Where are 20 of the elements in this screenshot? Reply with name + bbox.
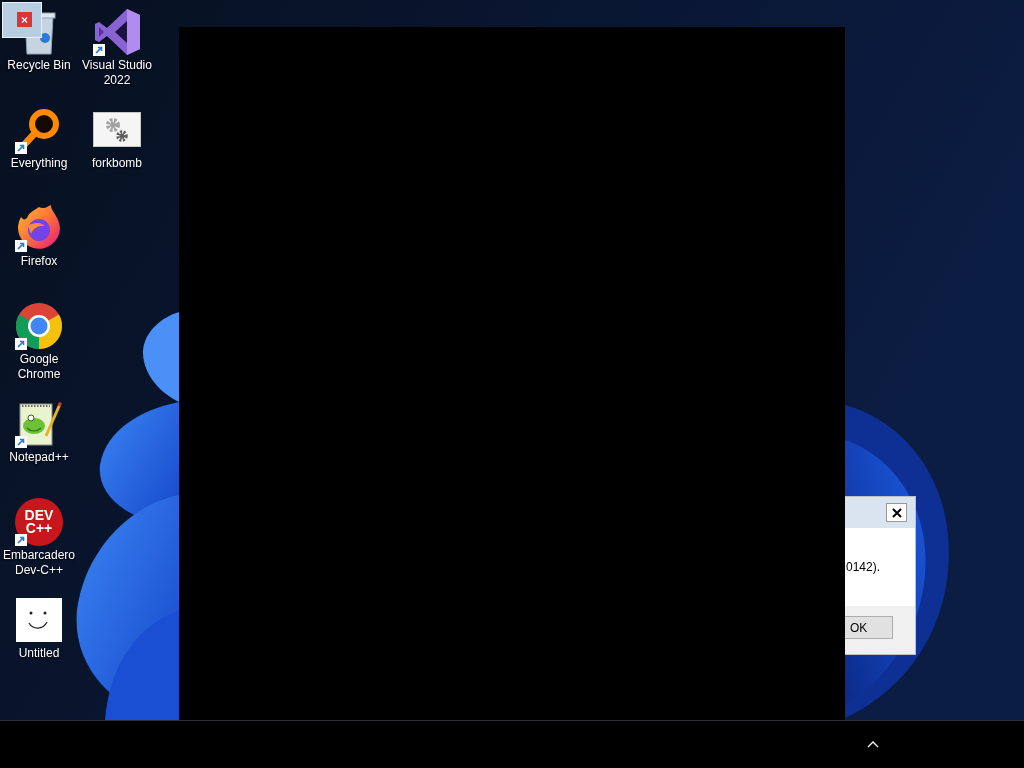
ok-button[interactable]: OK xyxy=(845,616,893,639)
desktop-icon-label[interactable]: Firefox xyxy=(18,254,60,269)
dialog-message: 0142). xyxy=(845,559,881,575)
chrome-logo-icon xyxy=(15,302,63,350)
close-icon xyxy=(891,507,902,518)
desktop-icon-label[interactable]: Untitled xyxy=(16,646,62,661)
desktop-icon-label[interactable]: Notepad++ xyxy=(7,450,71,465)
close-button[interactable] xyxy=(886,503,907,522)
desktop-icon-label[interactable]: Everything xyxy=(8,156,70,171)
smiley-sketch-icon xyxy=(15,596,63,644)
desktop-icon-label[interactable]: Google Chrome xyxy=(0,352,78,382)
desktop-icon-label[interactable]: forkbomb xyxy=(90,156,144,171)
chevron-up-icon[interactable] xyxy=(867,741,879,748)
desktop-icon-label[interactable]: Recycle Bin xyxy=(5,58,73,73)
desktop-icon-label[interactable]: Embarcadero Dev-C++ xyxy=(0,548,78,578)
fox-globe-icon xyxy=(15,204,63,252)
window-thumbnail-icon xyxy=(2,2,42,38)
logo-text: DEV C++ xyxy=(23,509,55,535)
ribbon-logo-icon xyxy=(93,8,141,56)
desktop-icon-label[interactable]: Visual Studio 2022 xyxy=(78,58,156,88)
